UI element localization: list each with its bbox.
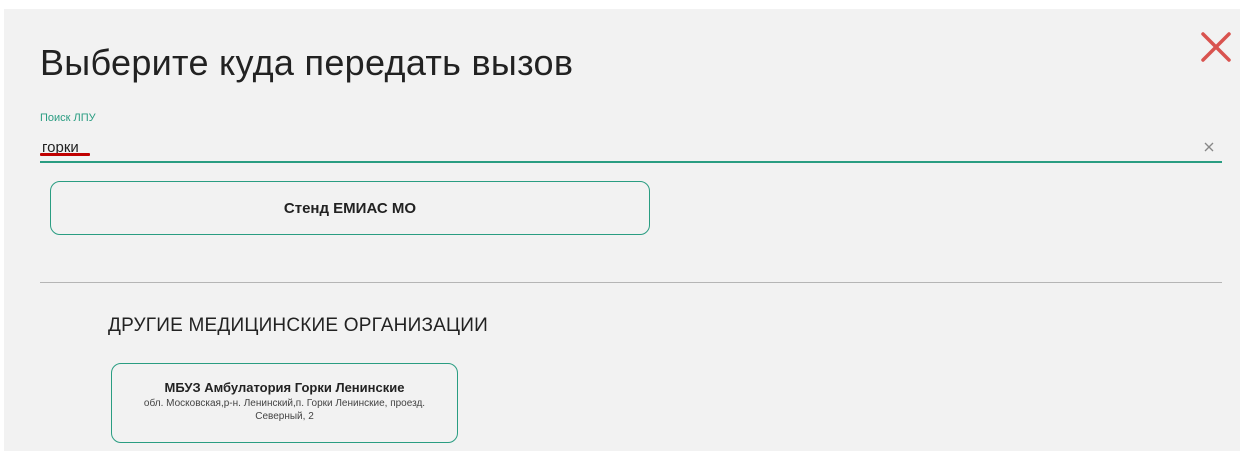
search-field [40,135,1222,163]
clear-icon[interactable] [1202,140,1216,154]
close-icon[interactable] [1196,27,1236,67]
spellcheck-underline [40,153,90,156]
section-divider [40,282,1222,283]
other-orgs-title: ДРУГИЕ МЕДИЦИНСКИЕ ОРГАНИЗАЦИИ [108,315,488,336]
org-address: обл. Московская,р-н. Ленинский,п. Горки … [143,398,426,422]
dialog-title: Выберите куда передать вызов [40,42,574,83]
search-label: Поиск ЛПУ [40,112,96,124]
stand-emias-button[interactable]: Стенд ЕМИАС МО [50,181,650,235]
org-name: МБУЗ Амбулатория Горки Ленинские [164,380,405,395]
search-input[interactable] [40,135,1182,159]
transfer-call-dialog: Выберите куда передать вызов Поиск ЛПУ С… [4,9,1240,451]
org-card[interactable]: МБУЗ Амбулатория Горки Ленинские обл. Мо… [111,363,458,443]
